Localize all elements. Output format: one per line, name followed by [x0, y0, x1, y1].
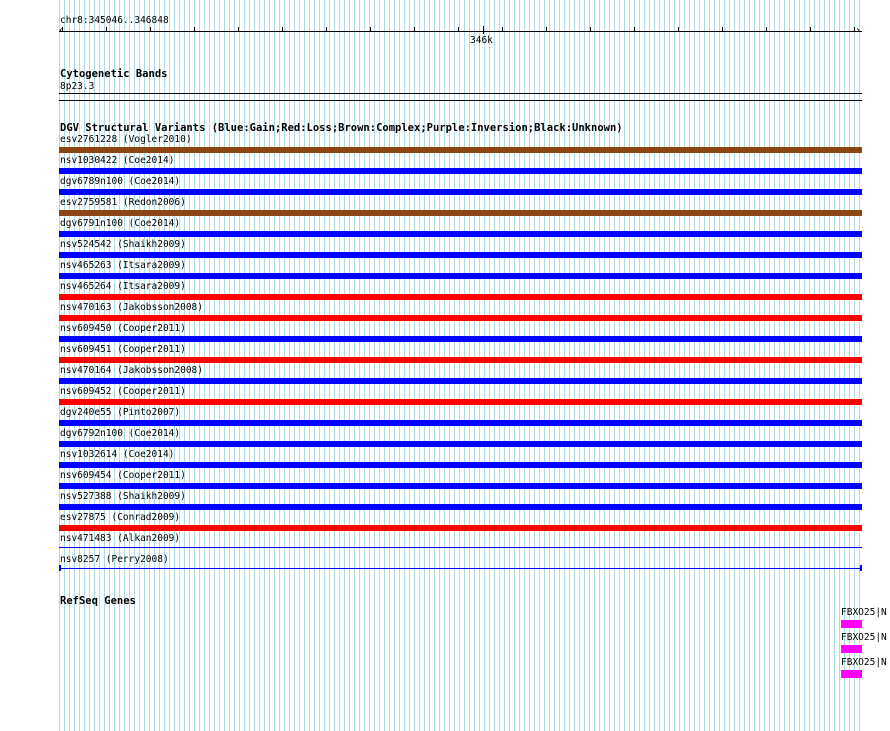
refseq-gene-bar[interactable] — [841, 645, 862, 653]
dgv-variant-label[interactable]: nsv465263 (Itsara2009) — [60, 260, 186, 271]
dgv-variant-bar[interactable] — [59, 315, 862, 321]
dgv-variant-bar[interactable] — [59, 399, 862, 405]
ruler-tick — [502, 27, 503, 32]
cytoband-label: 8p23.3 — [60, 81, 95, 92]
dgv-variant-label[interactable]: dgv6789n100 (Coe2014) — [60, 176, 180, 187]
cytoband-top-line — [59, 93, 862, 94]
ruler-tick — [546, 27, 547, 32]
dgv-variant-bar[interactable] — [59, 504, 862, 510]
refseq-track-title: RefSeq Genes — [60, 595, 136, 607]
dgv-variant-bar[interactable] — [59, 483, 862, 489]
dgv-variant-label[interactable]: dgv240e55 (Pinto2007) — [60, 407, 180, 418]
ruler-tick — [282, 27, 283, 32]
dgv-variant-label[interactable]: nsv1032614 (Coe2014) — [60, 449, 174, 460]
ruler-right-arrow-icon: › — [855, 25, 862, 36]
dgv-variant-end-cap — [59, 565, 61, 571]
ruler-tick — [590, 27, 591, 32]
ruler-tick — [414, 27, 415, 32]
ruler-tick — [854, 27, 855, 32]
dgv-variant-bar[interactable] — [59, 189, 862, 195]
dgv-variant-label[interactable]: esv2759581 (Redon2006) — [60, 197, 186, 208]
dgv-variant-label[interactable]: nsv1030422 (Coe2014) — [60, 155, 174, 166]
dgv-variant-bar[interactable] — [59, 231, 862, 237]
dgv-variant-bar[interactable] — [59, 336, 862, 342]
dgv-variant-bar[interactable] — [59, 168, 862, 174]
dgv-variant-label[interactable]: nsv524542 (Shaikh2009) — [60, 239, 186, 250]
dgv-variant-bar[interactable] — [59, 147, 862, 153]
refseq-gene-label[interactable]: FBXO25|N — [841, 657, 887, 668]
ruler-tick — [810, 27, 811, 32]
cytoband-bottom-line — [59, 100, 862, 101]
ruler-tick — [194, 27, 195, 32]
ruler-position: chr8:345046..346848 — [60, 15, 169, 26]
dgv-variant-bar[interactable] — [59, 357, 862, 363]
dgv-variant-bar[interactable] — [59, 273, 862, 279]
ruler-tick — [722, 27, 723, 32]
ruler-tick — [766, 27, 767, 32]
dgv-variant-label[interactable]: nsv470164 (Jakobsson2008) — [60, 365, 203, 376]
dgv-variant-bar[interactable] — [59, 441, 862, 447]
ruler-tick — [238, 27, 239, 32]
refseq-gene-label[interactable]: FBXO25|N — [841, 607, 887, 618]
ruler-tick — [150, 27, 151, 32]
dgv-variant-label[interactable]: nsv471483 (Alkan2009) — [60, 533, 180, 544]
dgv-variant-bar[interactable] — [59, 210, 862, 216]
dgv-variant-label[interactable]: esv27875 (Conrad2009) — [60, 512, 180, 523]
refseq-gene-label[interactable]: FBXO25|N — [841, 632, 887, 643]
ruler-line — [59, 31, 862, 32]
dgv-variant-label[interactable]: nsv527388 (Shaikh2009) — [60, 491, 186, 502]
dgv-variant-label[interactable]: nsv609452 (Cooper2011) — [60, 386, 186, 397]
dgv-variant-bar[interactable] — [59, 420, 862, 426]
ruler-tick — [634, 27, 635, 32]
dgv-variant-bar[interactable] — [59, 294, 862, 300]
dgv-variant-bar[interactable] — [59, 547, 862, 548]
ruler-tick — [458, 27, 459, 32]
dgv-variant-label[interactable]: nsv609451 (Cooper2011) — [60, 344, 186, 355]
ruler-major-tick — [483, 26, 484, 34]
ruler-tick — [678, 27, 679, 32]
dgv-variant-label[interactable]: nsv465264 (Itsara2009) — [60, 281, 186, 292]
cytoband-track-title: Cytogenetic Bands — [60, 68, 168, 80]
dgv-variant-label[interactable]: nsv609450 (Cooper2011) — [60, 323, 186, 334]
ruler-tick-label: 346k — [470, 35, 493, 46]
dgv-variant-bar[interactable] — [59, 525, 862, 531]
dgv-variant-label[interactable]: esv2761228 (Vogler2010) — [60, 134, 192, 145]
ruler-tick — [326, 27, 327, 32]
dgv-variant-bar[interactable] — [59, 252, 862, 258]
ruler-tick — [370, 27, 371, 32]
ruler-tick — [62, 27, 63, 32]
refseq-gene-bar[interactable] — [841, 670, 862, 678]
dgv-variant-label[interactable]: nsv8257 (Perry2008) — [60, 554, 169, 565]
dgv-variant-label[interactable]: dgv6791n100 (Coe2014) — [60, 218, 180, 229]
ruler-tick — [106, 27, 107, 32]
dgv-variant-bar[interactable] — [59, 568, 862, 569]
dgv-track-title: DGV Structural Variants (Blue:Gain;Red:L… — [60, 122, 623, 134]
refseq-gene-bar[interactable] — [841, 620, 862, 628]
dgv-variant-label[interactable]: nsv609454 (Cooper2011) — [60, 470, 186, 481]
dgv-variant-bar[interactable] — [59, 378, 862, 384]
dgv-variant-end-cap — [860, 565, 862, 571]
dgv-variant-bar[interactable] — [59, 462, 862, 468]
dgv-variant-label[interactable]: nsv470163 (Jakobsson2008) — [60, 302, 203, 313]
dgv-variant-label[interactable]: dgv6792n100 (Coe2014) — [60, 428, 180, 439]
